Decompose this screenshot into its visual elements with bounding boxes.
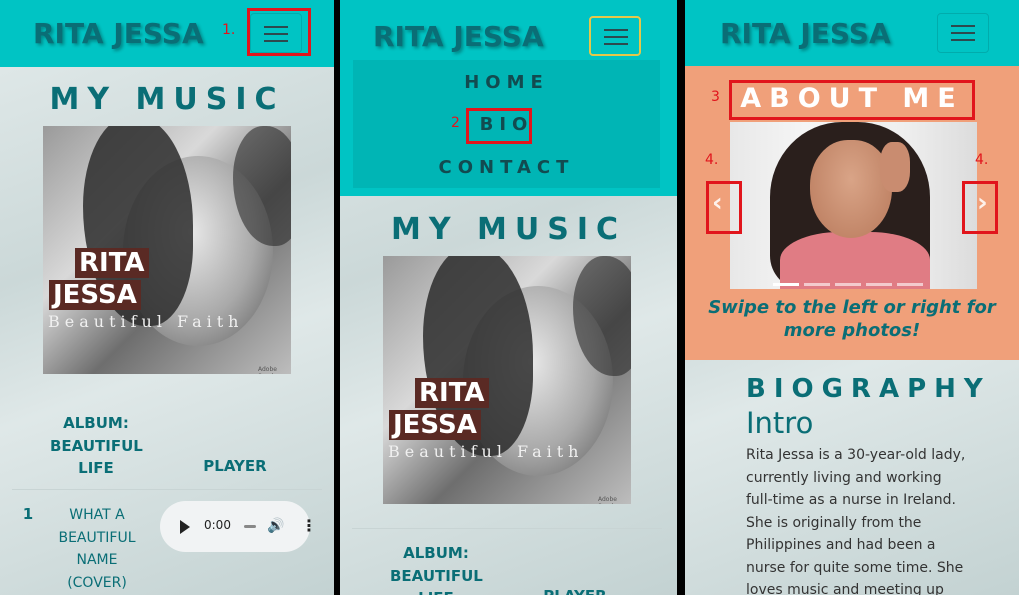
- audio-player[interactable]: 0:00 🔊 ⋮: [160, 501, 317, 552]
- annotation-box-toggler: [247, 8, 311, 56]
- cover-subtitle: Beautiful Faith: [388, 442, 584, 461]
- cover-name-line2: JESSA: [49, 280, 141, 310]
- annotation-step-3: 3: [711, 89, 720, 105]
- carousel-indicators[interactable]: [773, 271, 928, 290]
- album-column-header: ALBUM: BEAUTIFUL LIFE: [390, 544, 483, 595]
- brand-logo[interactable]: RITA JESSA: [373, 20, 544, 53]
- player-column-header: PLAYER: [530, 587, 620, 595]
- annotation-box-next: [962, 181, 998, 234]
- biography-subheading: Intro: [746, 406, 814, 440]
- carousel-indicator[interactable]: [773, 283, 799, 286]
- more-options-icon[interactable]: ⋮: [301, 516, 317, 535]
- album-column-header: ALBUM: BEAUTIFUL LIFE: [50, 414, 143, 477]
- table-divider: [352, 528, 662, 529]
- table-divider: [12, 489, 322, 490]
- album-cover-image: RITA JESSA Beautiful Faith Adobe Spark: [383, 256, 631, 504]
- annotation-step-4-left: 4.: [705, 152, 719, 168]
- hamburger-icon-bar: [604, 43, 628, 45]
- hamburger-icon-bar: [604, 36, 628, 38]
- cover-watermark: Adobe Spark: [258, 366, 277, 374]
- annotation-box-about-heading: [729, 80, 975, 120]
- carousel-caption: Swipe to the left or right for more phot…: [708, 297, 996, 341]
- navbar-toggler-button[interactable]: [589, 16, 641, 56]
- volume-icon[interactable]: 🔊: [267, 518, 284, 534]
- carousel-indicator[interactable]: [804, 283, 830, 286]
- album-cover-image: RITA JESSA Beautiful Faith Adobe Spark: [43, 126, 291, 374]
- nav-item-home[interactable]: HOME: [353, 72, 660, 93]
- audio-time: 0:00: [204, 518, 231, 532]
- annotation-box-prev: [706, 181, 742, 234]
- player-column-header: PLAYER: [203, 457, 267, 475]
- screen-3-about: RITA JESSA 3 ABOUT ME 4. 4. ‹ › Swipe to…: [685, 0, 1019, 595]
- navbar-expanded: RITA JESSA HOME BIO CONTACT 2: [340, 0, 677, 196]
- nav-item-contact[interactable]: CONTACT: [353, 157, 660, 178]
- hamburger-icon-bar: [951, 32, 975, 34]
- photo-hand: [880, 142, 910, 192]
- biography-text: Rita Jessa is a 30-year-old lady, curren…: [746, 447, 966, 595]
- track-index: 1: [22, 505, 34, 523]
- hamburger-icon-bar: [951, 39, 975, 41]
- annotation-step-4-right: 4.: [975, 152, 989, 168]
- carousel-indicator[interactable]: [897, 283, 923, 286]
- music-heading: MY MUSIC: [49, 82, 285, 117]
- cover-name-line1: RITA: [75, 248, 149, 278]
- cover-name-line2: JESSA: [389, 410, 481, 440]
- hamburger-icon: [951, 25, 975, 27]
- brand-logo[interactable]: RITA JESSA: [33, 17, 204, 50]
- audio-progress-slider[interactable]: [244, 525, 256, 528]
- navbar: RITA JESSA: [685, 0, 1019, 67]
- carousel-indicator[interactable]: [835, 283, 861, 286]
- track-title: WHAT A BEAUTIFUL NAME (COVER): [58, 507, 136, 591]
- hamburger-icon: [604, 29, 628, 31]
- music-heading: MY MUSIC: [390, 212, 627, 247]
- navbar-toggler-button[interactable]: [937, 13, 989, 53]
- cover-subtitle: Beautiful Faith: [48, 312, 244, 331]
- carousel-indicator[interactable]: [866, 283, 892, 286]
- biography-heading: BIOGRAPHY: [746, 374, 991, 404]
- screen-1-collapsed-nav: RITA JESSA 1. MY MUSIC RITA JESSA Beauti…: [0, 0, 334, 595]
- annotation-box-bio: [466, 108, 532, 144]
- cover-name-line1: RITA: [415, 378, 489, 408]
- annotation-step-2: 2: [451, 115, 460, 131]
- about-carousel-image[interactable]: [730, 122, 977, 289]
- brand-logo[interactable]: RITA JESSA: [720, 17, 891, 50]
- screen-2-expanded-nav: RITA JESSA HOME BIO CONTACT 2 MY MUSIC R…: [340, 0, 677, 595]
- navbar: RITA JESSA 1.: [0, 0, 334, 67]
- play-icon[interactable]: [180, 520, 190, 534]
- cover-watermark: Adobe Spark: [598, 496, 617, 504]
- annotation-step-1: 1.: [222, 22, 236, 38]
